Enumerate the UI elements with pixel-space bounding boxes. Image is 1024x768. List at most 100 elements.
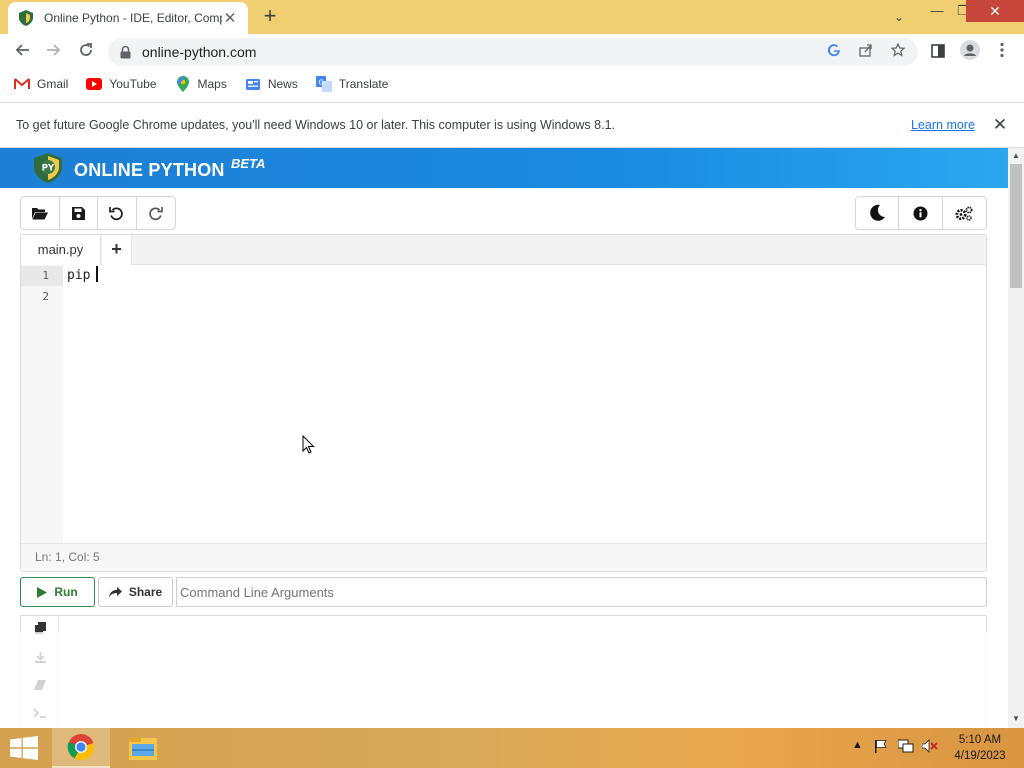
back-arrow-icon[interactable] [10,40,34,64]
scroll-down-icon[interactable]: ▼ [1008,712,1024,726]
line-number: 2 [42,290,49,303]
infobar-close-icon[interactable]: ✕ [990,115,1010,135]
reload-icon[interactable] [74,40,98,64]
tab-title: Online Python - IDE, Editor, Compiler [44,11,222,25]
moon-icon [870,204,886,221]
minimize-button[interactable]: — [924,0,950,22]
browser-toolbar: online-python.com [0,34,1024,70]
new-tab-button[interactable]: + [258,5,282,29]
redo-icon [149,206,164,220]
undo-button[interactable] [98,197,137,229]
bookmark-news[interactable]: News [245,76,298,92]
windows-taskbar: ▲ 5:10 AM 4/19/2023 [0,728,1024,768]
bookmark-label: News [267,77,298,91]
view-toolbar [855,196,987,230]
online-python-logo[interactable]: PY [32,152,64,184]
share-page-icon[interactable] [856,42,876,62]
settings-icon [955,206,973,221]
volume-muted-icon[interactable] [921,739,938,756]
bookmark-gmail[interactable]: Gmail [14,76,68,92]
share-arrow-icon [108,586,122,598]
file-toolbar [20,196,176,230]
scroll-up-icon[interactable]: ▲ [1008,149,1024,163]
info-button[interactable] [899,197,943,229]
learn-more-link[interactable]: Learn more [911,118,975,132]
clock-time: 5:10 AM [958,734,1002,746]
bookmark-label: Gmail [37,77,69,91]
chrome-menu-icon[interactable] [990,40,1014,64]
taskbar-file-explorer[interactable] [114,728,172,768]
tab-close-icon[interactable]: ✕ [222,9,238,27]
online-python-favicon-icon [18,10,34,26]
lock-icon[interactable] [120,45,134,59]
gmail-icon [14,76,30,92]
news-icon [245,76,261,92]
editor-tabs: main.py + [21,235,986,265]
address-bar[interactable]: online-python.com [108,38,918,66]
add-file-button[interactable]: + [102,235,132,265]
taskbar-clock[interactable]: 5:10 AM 4/19/2023 [948,732,1012,764]
settings-button[interactable] [943,197,986,229]
side-panel-icon[interactable] [926,40,950,64]
page-loading-overlay [0,632,1008,728]
undo-icon [109,206,124,220]
browser-tab[interactable]: Online Python - IDE, Editor, Compiler ✕ [8,2,248,34]
page-scrollbar[interactable]: ▲ ▼ [1008,148,1024,728]
code-line-2[interactable] [63,287,984,307]
close-window-button[interactable]: ✕ [966,0,1024,22]
google-icon[interactable] [824,42,844,62]
url-text: online-python.com [142,44,257,60]
dark-mode-button[interactable] [856,197,900,229]
command-line-arguments-input[interactable] [176,577,987,607]
save-icon [71,206,85,220]
share-button[interactable]: Share [98,577,173,607]
bookmark-translate[interactable]: G Translate [315,76,388,92]
show-hidden-icons-icon[interactable]: ▲ [852,739,863,751]
scroll-thumb[interactable] [1010,164,1022,288]
bookmark-youtube[interactable]: YouTube [86,76,157,92]
bookmark-maps[interactable]: Maps [175,76,227,92]
translate-icon: G [315,76,332,92]
code-text: pip [67,268,91,283]
line-number-gutter: 1 2 [21,265,63,543]
action-center-flag-icon[interactable] [874,739,888,756]
network-icon[interactable] [897,739,914,756]
file-explorer-icon [129,738,157,760]
youtube-icon [86,76,103,92]
code-line-1[interactable]: pip [63,266,984,286]
info-icon [913,206,928,220]
run-label: Run [54,585,78,599]
forward-arrow-icon[interactable] [42,40,66,64]
redo-button[interactable] [137,197,175,229]
code-area[interactable]: pip [63,265,984,543]
bookmark-label: YouTube [109,77,157,91]
cursor-position-status: Ln: 1, Col: 5 [21,543,986,571]
infobar-message: To get future Google Chrome updates, you… [16,118,615,132]
site-header: PY ONLINE PYTHON BETA [0,148,1008,188]
code-editor: main.py + 1 2 pip Ln: 1, Col: 5 [20,234,987,572]
bookmarks-bar: Gmail YouTube Maps News G Translate [0,70,1024,98]
text-cursor [96,266,99,282]
tab-search-dropdown-icon[interactable]: ⌄ [886,6,912,28]
mouse-pointer-icon [302,435,315,454]
svg-text:G: G [318,79,323,87]
chrome-icon [67,734,95,761]
maps-icon [175,76,191,92]
svg-text:PY: PY [42,164,55,174]
run-button[interactable]: Run [20,577,95,607]
folder-open-icon [31,207,48,219]
windows-start-icon[interactable] [10,736,38,760]
site-title[interactable]: ONLINE PYTHON [74,160,225,181]
bookmark-star-icon[interactable] [888,42,908,62]
tab-main-py[interactable]: main.py [21,235,101,265]
taskbar-chrome[interactable] [52,728,110,768]
page-content: PY ONLINE PYTHON BETA main.py + 1 2 pip … [0,148,1008,728]
save-file-button[interactable] [60,197,98,229]
update-infobar: To get future Google Chrome updates, you… [0,102,1024,148]
bookmark-label: Maps [197,77,227,91]
profile-avatar-icon[interactable] [958,40,982,64]
open-file-button[interactable] [21,197,60,229]
tab-strip: Online Python - IDE, Editor, Compiler ✕ … [0,0,1024,34]
share-label: Share [128,585,163,599]
beta-badge: BETA [231,156,266,171]
